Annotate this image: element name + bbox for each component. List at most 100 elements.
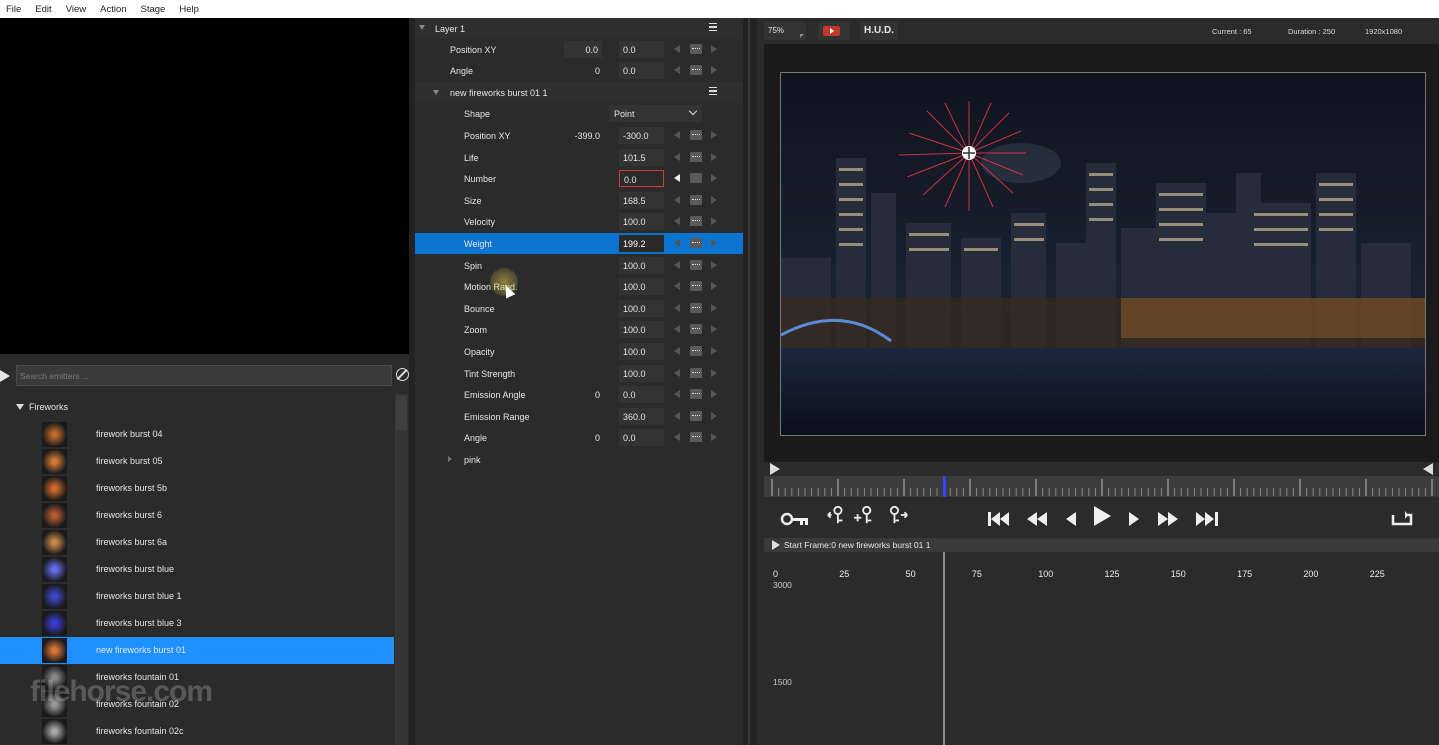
value-2[interactable]: 100.0 xyxy=(619,213,664,231)
emitter-item[interactable]: firework burst 04 xyxy=(0,421,394,448)
prev-key-icon[interactable] xyxy=(674,195,680,204)
keyframe-menu-icon[interactable] xyxy=(690,346,702,356)
property-row[interactable]: Zoom 100.0 xyxy=(415,319,743,340)
prev-key-icon[interactable] xyxy=(674,239,680,247)
prev-key-icon[interactable] xyxy=(674,347,680,355)
add-key-icon[interactable] xyxy=(852,505,876,525)
value-2[interactable]: 100.0 xyxy=(619,321,664,339)
clear-search-icon[interactable] xyxy=(396,368,409,381)
next-key-icon[interactable] xyxy=(711,195,717,204)
emitter-scrollbar[interactable] xyxy=(395,394,408,745)
value-2[interactable]: 101.5 xyxy=(619,148,664,166)
keyframe-menu-icon[interactable] xyxy=(690,238,702,248)
record-button[interactable] xyxy=(818,22,850,40)
menu-file[interactable]: File xyxy=(0,4,28,15)
prev-key-icon[interactable] xyxy=(674,174,680,183)
range-end-marker[interactable] xyxy=(1423,463,1433,475)
play-preview-icon[interactable] xyxy=(0,370,10,382)
keyframe-menu-icon[interactable] xyxy=(690,216,702,227)
layer-position-row[interactable]: Position XY 0.0 0.0 xyxy=(415,39,743,60)
property-row[interactable]: Position XY -399.0 -300.0 xyxy=(415,125,743,146)
scroll-thumb[interactable] xyxy=(396,396,407,430)
panel-divider-right[interactable] xyxy=(743,18,757,745)
menu-help[interactable]: Help xyxy=(172,4,206,15)
value-x[interactable]: 0.0 xyxy=(564,41,602,58)
layer-header[interactable]: Layer 1 xyxy=(415,18,743,39)
property-row[interactable]: Emission Range 360.0 xyxy=(415,406,743,427)
property-row[interactable]: Size 168.5 xyxy=(415,190,743,211)
sub-layer-row[interactable]: pink xyxy=(415,449,743,470)
rewind-icon[interactable] xyxy=(1026,509,1048,529)
next-key-icon[interactable] xyxy=(711,174,717,183)
curve-info-bar[interactable]: Start Frame:0 new fireworks burst 01 1 xyxy=(764,538,1439,552)
step-forward-icon[interactable] xyxy=(1128,509,1140,529)
next-key-icon[interactable] xyxy=(711,66,717,74)
expand-arrow-icon[interactable] xyxy=(16,404,24,410)
prev-key-icon[interactable] xyxy=(674,303,680,312)
value-1[interactable]: 0 xyxy=(558,429,602,446)
emitter-header[interactable]: new fireworks burst 01 1 xyxy=(415,82,743,103)
value-2[interactable]: 100.0 xyxy=(619,256,664,274)
menu-stage[interactable]: Stage xyxy=(134,4,173,15)
hud-toggle[interactable]: H.U.D. xyxy=(860,22,898,40)
step-back-icon[interactable] xyxy=(1065,509,1077,529)
keyframe-menu-icon[interactable] xyxy=(690,259,702,270)
layer-angle-row[interactable]: Angle 0 0.0 xyxy=(415,60,743,81)
value-2[interactable]: 360.0 xyxy=(619,407,664,425)
value-y[interactable]: 0.0 xyxy=(619,41,664,58)
collapse-arrow-icon[interactable] xyxy=(419,25,425,30)
value-1[interactable]: 0 xyxy=(558,62,602,79)
emitter-item[interactable]: new fireworks burst 01 xyxy=(0,637,394,664)
keyframe-menu-icon[interactable] xyxy=(690,410,702,421)
value-2[interactable]: 199.2 xyxy=(619,235,664,252)
curve-graph[interactable]: 0 25 50 75 100 125 150 175 200 225 3000 1500 xyxy=(764,552,1439,745)
next-key-icon[interactable] xyxy=(888,505,910,525)
keyframe-menu-icon[interactable] xyxy=(690,367,702,378)
property-row[interactable]: Number 0.0 xyxy=(415,168,743,189)
group-fireworks[interactable]: Fireworks xyxy=(16,400,68,414)
keyframe-menu-icon[interactable] xyxy=(690,281,702,292)
next-key-icon[interactable] xyxy=(711,282,717,291)
keyframe-menu-icon[interactable] xyxy=(690,151,702,162)
zoom-select[interactable]: 75% xyxy=(764,22,806,40)
keyframe-menu-icon[interactable] xyxy=(690,432,702,443)
prev-key-icon[interactable] xyxy=(674,282,680,291)
prev-key-icon[interactable] xyxy=(674,66,680,74)
keyframe-menu-icon[interactable] xyxy=(690,302,702,313)
menu-view[interactable]: View xyxy=(59,4,93,15)
prev-key-icon[interactable] xyxy=(674,368,680,377)
value-2[interactable]: 0.0 xyxy=(619,429,664,447)
next-key-icon[interactable] xyxy=(711,217,717,226)
emitter-menu-icon[interactable] xyxy=(709,87,717,95)
value-1[interactable]: 0 xyxy=(558,386,602,403)
value-2[interactable]: 100.0 xyxy=(619,299,664,317)
emitter-item[interactable]: fireworks burst blue xyxy=(0,556,394,583)
value-2[interactable]: 0.0 xyxy=(619,62,664,79)
emitter-item[interactable]: fireworks burst 5b xyxy=(0,475,394,502)
keyframe-menu-icon[interactable] xyxy=(690,324,702,335)
next-key-icon[interactable] xyxy=(711,152,717,161)
key-icon[interactable] xyxy=(780,509,810,529)
value-2[interactable]: 0.0 xyxy=(619,170,664,188)
prev-key-icon[interactable] xyxy=(674,411,680,420)
emitter-item[interactable]: firework burst 05 xyxy=(0,448,394,475)
emitter-item[interactable]: fireworks burst 6a xyxy=(0,529,394,556)
prev-key-icon[interactable] xyxy=(826,505,848,525)
next-key-icon[interactable] xyxy=(711,131,717,139)
skip-start-icon[interactable] xyxy=(988,509,1010,529)
keyframe-menu-icon[interactable] xyxy=(690,44,702,54)
expand-arrow-icon[interactable] xyxy=(772,540,780,550)
prev-key-icon[interactable] xyxy=(674,433,680,442)
next-key-icon[interactable] xyxy=(711,368,717,377)
next-key-icon[interactable] xyxy=(711,303,717,312)
timeline-scrubber[interactable] xyxy=(764,462,1439,500)
property-row[interactable]: Opacity 100.0 xyxy=(415,341,743,362)
fast-forward-icon[interactable] xyxy=(1157,509,1179,529)
next-key-icon[interactable] xyxy=(711,411,717,420)
property-row[interactable]: Tint Strength 100.0 xyxy=(415,363,743,384)
value-2[interactable]: 168.5 xyxy=(619,191,664,209)
next-key-icon[interactable] xyxy=(711,390,717,399)
time-ruler[interactable] xyxy=(764,476,1439,497)
value-2[interactable]: 0.0 xyxy=(619,386,664,404)
prev-key-icon[interactable] xyxy=(674,45,680,53)
